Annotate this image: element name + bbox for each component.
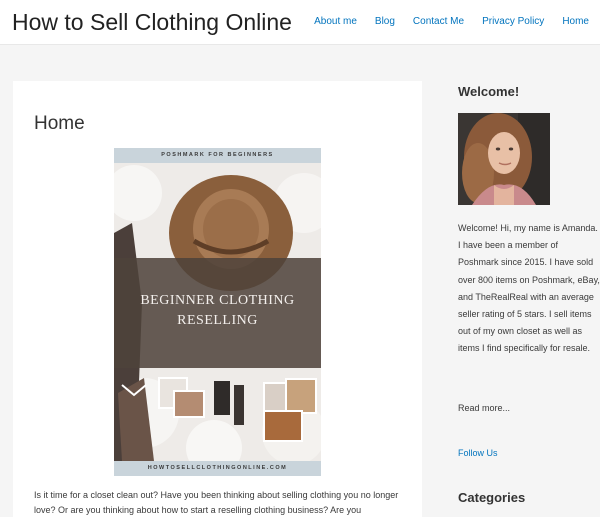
follow-us-link[interactable]: Follow Us [458,448,498,458]
featured-headline-band: BEGINNER CLOTHING RESELLING [114,258,321,368]
featured-headline: BEGINNER CLOTHING RESELLING [114,291,321,331]
featured-top-strip: POSHMARK FOR BEGINNERS [114,148,321,163]
main-content: Home POSHMARK FOR BEGINNERS BEGINNER CLO… [13,81,422,517]
nav-contact-me[interactable]: Contact Me [413,16,464,27]
categories-title: Categories [458,490,526,505]
featured-bottom-strip: HOWTOSELLCLOTHINGONLINE.COM [114,461,321,476]
author-avatar [458,113,550,205]
featured-headline-line2: RESELLING [177,313,258,328]
read-more-link[interactable]: Read more... [458,403,510,413]
author-bio: Welcome! Hi, my name is Amanda. I have b… [458,223,600,354]
welcome-title: Welcome! [458,84,520,99]
featured-image[interactable]: POSHMARK FOR BEGINNERS BEGINNER CLOTHING… [114,148,321,476]
site-title[interactable]: How to Sell Clothing Online [12,9,292,36]
featured-bottom-label: HOWTOSELLCLOTHINGONLINE.COM [147,465,288,471]
sidebar: Welcome! Welcome! Hi, my name is Amanda.… [458,0,600,517]
nav-blog[interactable]: Blog [375,16,395,27]
featured-headline-line1: BEGINNER CLOTHING [140,293,295,308]
page-title: Home [34,113,85,134]
nav-about-me[interactable]: About me [314,16,357,27]
intro-paragraph: Is it time for a closet clean out? Have … [34,490,399,515]
featured-top-label: POSHMARK FOR BEGINNERS [161,152,274,158]
